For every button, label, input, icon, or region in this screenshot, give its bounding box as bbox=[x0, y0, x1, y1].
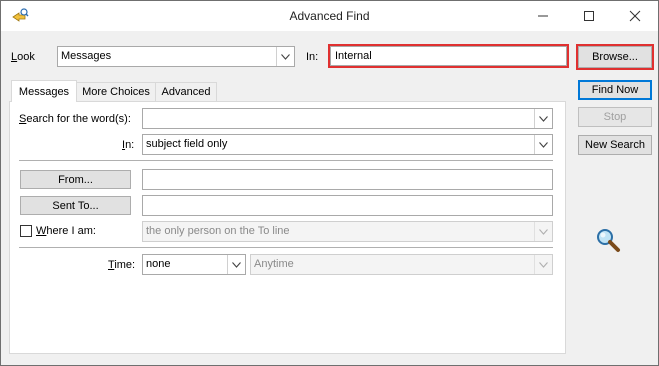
advanced-find-window: Advanced Find Look Messages In: Internal… bbox=[0, 0, 659, 366]
chevron-down-icon bbox=[534, 135, 552, 154]
browse-button[interactable]: Browse... bbox=[576, 44, 654, 70]
maximize-icon bbox=[584, 11, 594, 21]
tab-more-choices[interactable]: More Choices bbox=[76, 82, 156, 101]
in-label: In: bbox=[122, 139, 135, 151]
look-label: Look bbox=[11, 51, 35, 63]
stop-button[interactable]: Stop bbox=[578, 107, 652, 127]
chevron-down-icon bbox=[227, 255, 245, 274]
sent-to-button[interactable]: Sent To... bbox=[20, 196, 131, 215]
in-combo[interactable]: subject field only bbox=[142, 134, 553, 155]
where-i-am-checkbox[interactable] bbox=[20, 225, 32, 237]
in-folder-label: In: bbox=[306, 51, 319, 63]
tab-messages[interactable]: Messages bbox=[11, 80, 77, 102]
in-selected: subject field only bbox=[146, 138, 228, 150]
in-folder-value: Internal bbox=[335, 50, 372, 62]
divider bbox=[19, 160, 553, 161]
chevron-down-icon bbox=[534, 109, 552, 128]
chevron-down-icon bbox=[534, 255, 552, 274]
minimize-icon bbox=[538, 15, 548, 17]
time-combo[interactable]: none bbox=[142, 254, 246, 275]
time-label: Time: bbox=[108, 259, 136, 271]
look-selected: Messages bbox=[61, 50, 112, 62]
new-search-button[interactable]: New Search bbox=[578, 135, 652, 155]
where-i-am-combo[interactable]: the only person on the To line bbox=[142, 221, 553, 242]
magnifier-icon bbox=[597, 229, 620, 252]
look-combo[interactable]: Messages bbox=[57, 46, 295, 67]
chevron-down-icon bbox=[534, 222, 552, 241]
in-folder-field[interactable]: Internal bbox=[328, 44, 569, 68]
maximize-button[interactable] bbox=[566, 1, 612, 31]
divider bbox=[19, 247, 553, 248]
close-button[interactable] bbox=[612, 1, 658, 31]
sent-to-field[interactable] bbox=[142, 195, 553, 216]
from-button[interactable]: From... bbox=[20, 170, 131, 189]
where-i-am-label: Where I am: bbox=[36, 225, 96, 237]
close-icon bbox=[629, 10, 641, 22]
tab-advanced[interactable]: Advanced bbox=[155, 82, 217, 101]
find-now-button[interactable]: Find Now bbox=[578, 80, 652, 100]
time-selected: none bbox=[146, 258, 171, 270]
from-field[interactable] bbox=[142, 169, 553, 190]
search-words-label: Search for the word(s): bbox=[19, 113, 131, 125]
minimize-button[interactable] bbox=[520, 1, 566, 31]
title-bar: Advanced Find bbox=[1, 1, 658, 31]
chevron-down-icon bbox=[276, 47, 294, 66]
search-words-combo[interactable] bbox=[142, 108, 553, 129]
time-range-combo[interactable]: Anytime bbox=[250, 254, 553, 275]
